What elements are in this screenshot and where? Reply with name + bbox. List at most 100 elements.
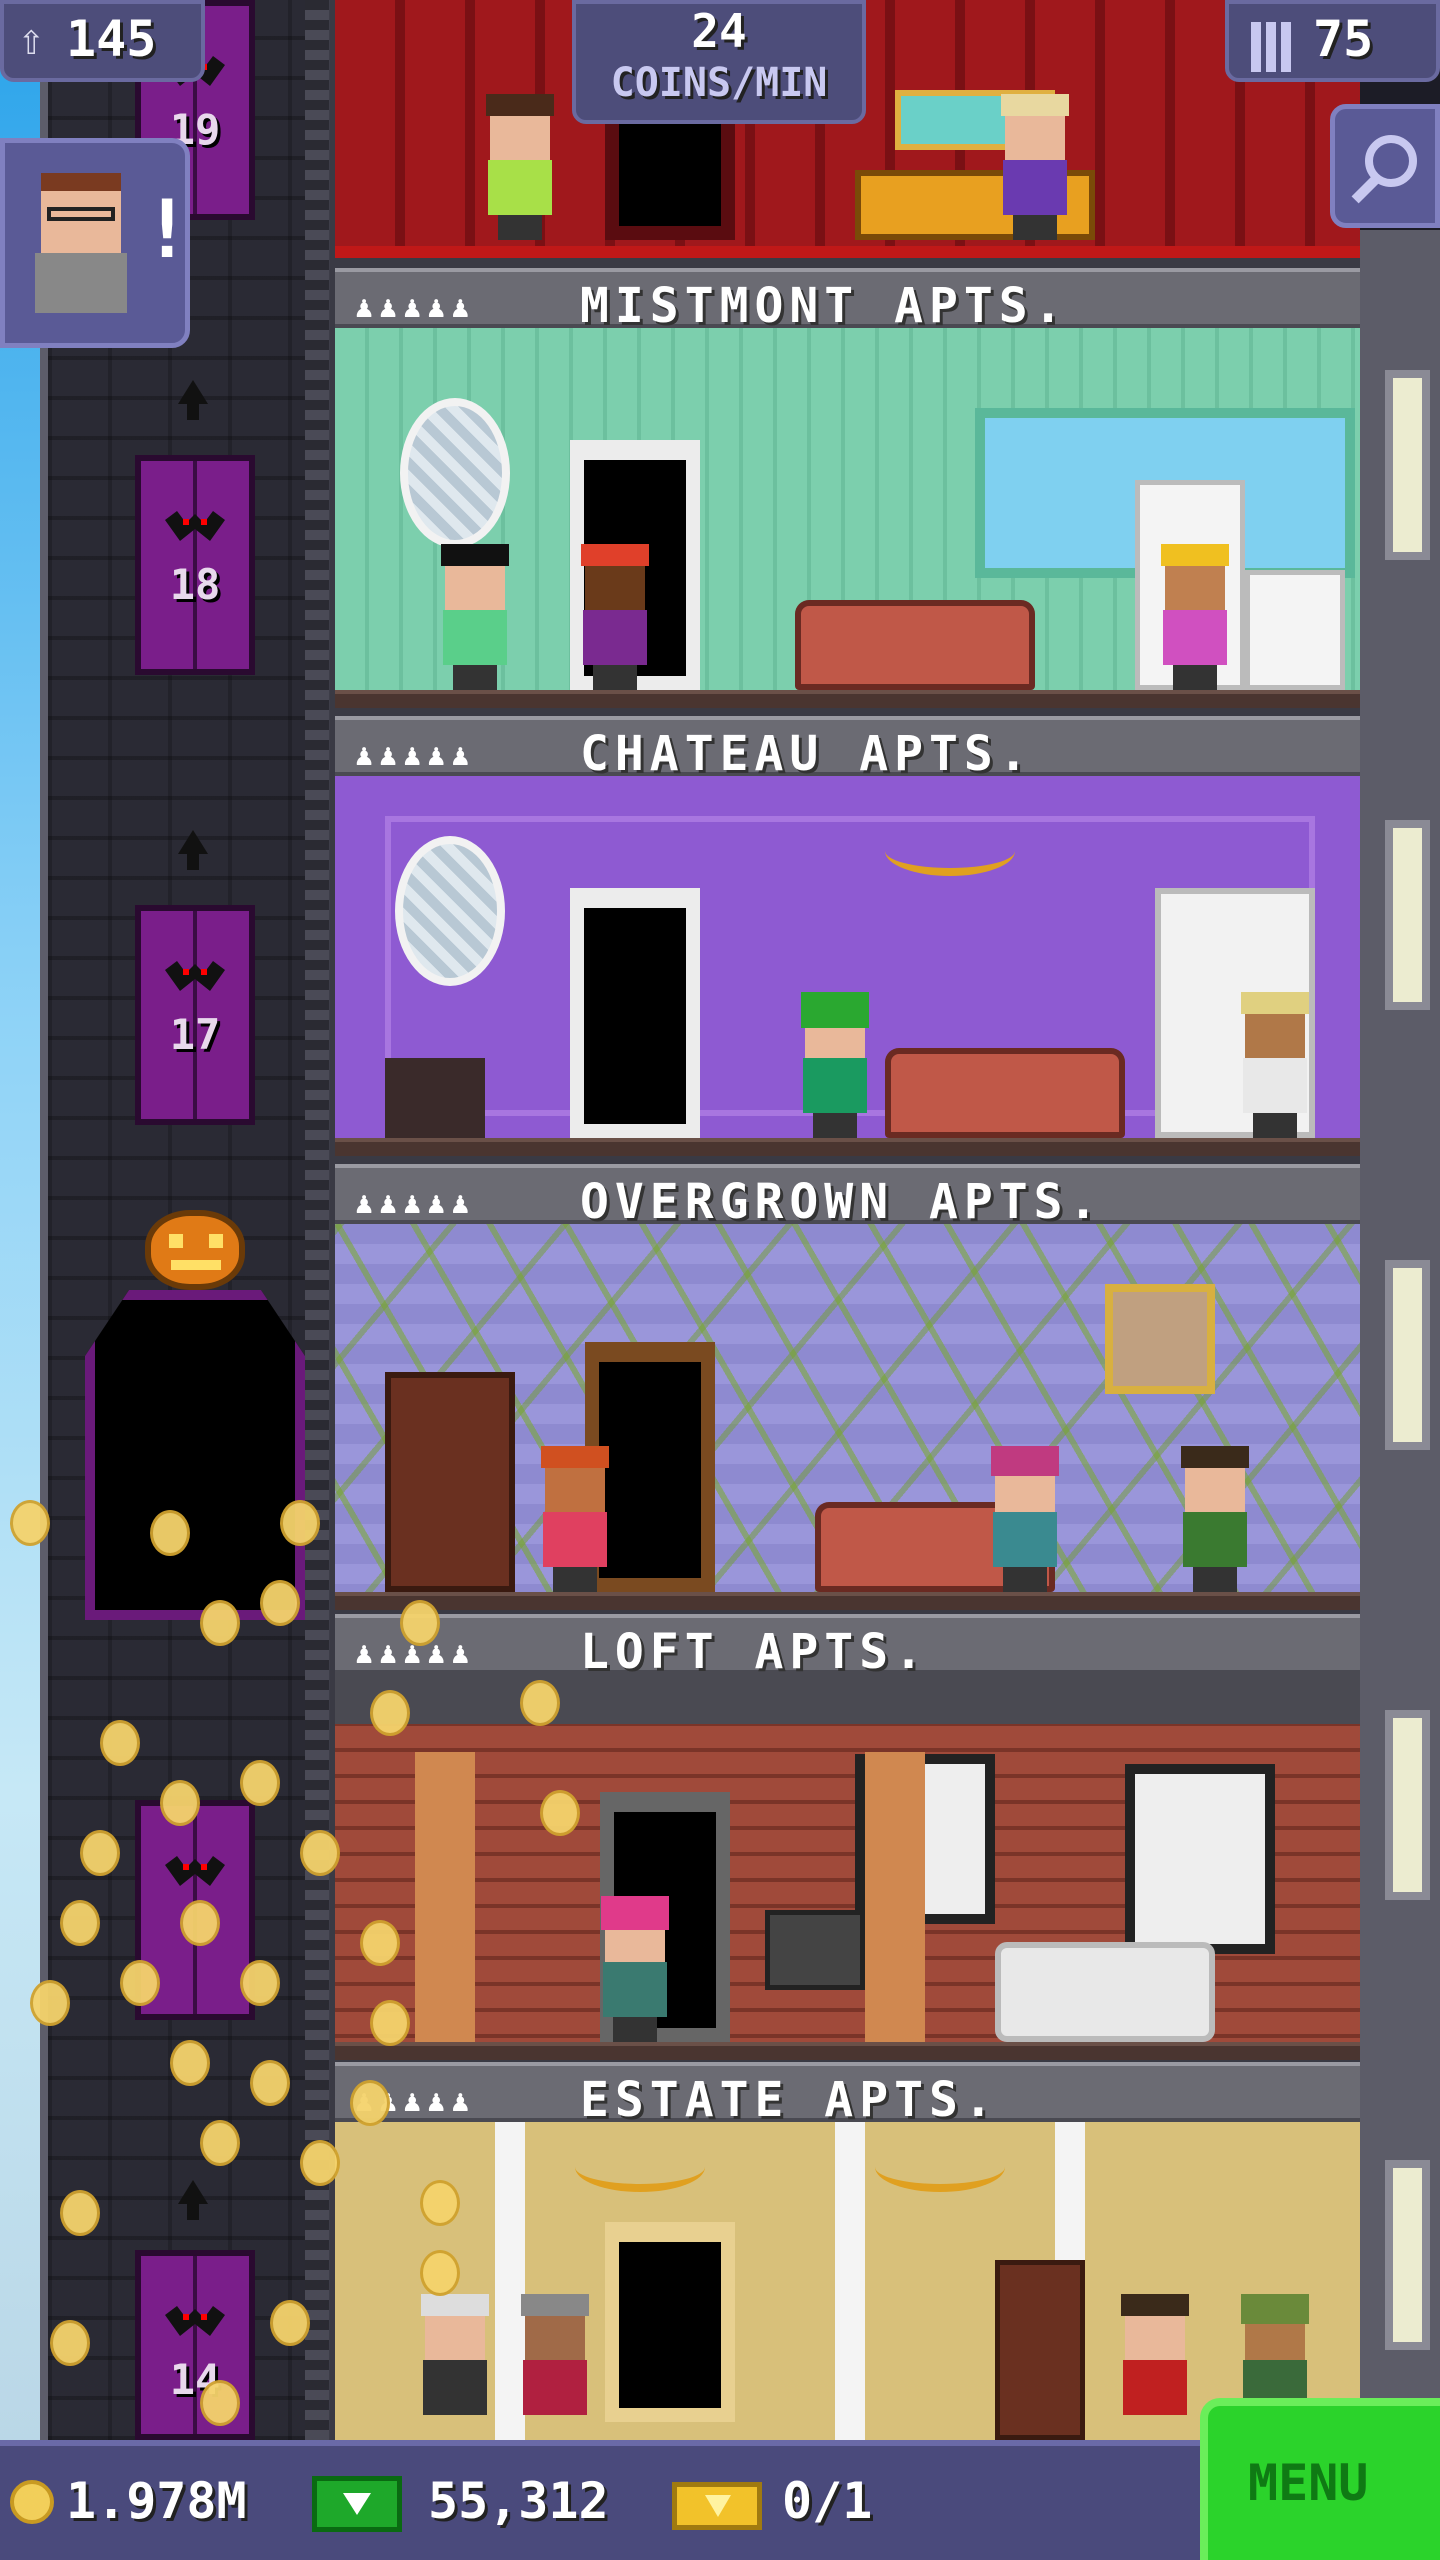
bookshelf [385, 1372, 515, 1592]
jack-o-lantern-icon [145, 1210, 245, 1290]
falling-coin-icon [170, 2040, 210, 2086]
falling-coin-icon [30, 1980, 70, 2026]
falling-coin-icon [60, 2190, 100, 2236]
bookshelf [995, 2260, 1085, 2440]
floor-loft[interactable] [335, 1674, 1360, 2060]
picture-frame [1105, 1284, 1215, 1394]
side-window [1385, 370, 1430, 560]
falling-coin-icon [420, 2180, 460, 2226]
falling-coin-icon [250, 2060, 290, 2106]
oval-mirror [400, 398, 510, 548]
side-window [1385, 1710, 1430, 1900]
floor-name: LOFT APTS. [580, 1624, 929, 1680]
resident[interactable] [1115, 2294, 1195, 2440]
falling-coin-icon [350, 2080, 390, 2126]
resident[interactable] [995, 94, 1075, 240]
bat-icon [165, 2306, 225, 2336]
floor-label-mistmont[interactable]: ♟♟♟♟♟ MISTMONT APTS. [335, 268, 1360, 334]
falling-coin-icon [200, 2380, 240, 2426]
coins-value: 1.978M [66, 2472, 247, 2530]
falling-coin-icon [180, 1900, 220, 1946]
floor-label-estate[interactable]: ♟♟♟♟♟ ESTATE APTS. [335, 2062, 1360, 2128]
bat-icon [165, 1856, 225, 1886]
falling-coin-icon [200, 1600, 240, 1646]
building-icon [1251, 22, 1291, 72]
chandelier [575, 2142, 705, 2192]
coffin-elevator[interactable] [85, 1290, 305, 1620]
bat-icon [165, 961, 225, 991]
coins-per-min-unit: COINS/MIN [610, 60, 828, 106]
coins-per-min-panel[interactable]: 24 COINS/MIN [572, 0, 866, 124]
floor-label-chateau[interactable]: ♟♟♟♟♟ CHATEAU APTS. [335, 716, 1360, 782]
bux-bill-icon [312, 2476, 402, 2532]
apartment-door [605, 2222, 735, 2422]
curtain [865, 1752, 925, 2042]
falling-coin-icon [160, 1780, 200, 1826]
falling-coin-icon [280, 1500, 320, 1546]
search-button[interactable] [1330, 104, 1440, 228]
floor-label-loft[interactable]: ♟♟♟♟♟ LOFT APTS. [335, 1614, 1360, 1680]
population-value: 145 [66, 10, 157, 68]
floor-name: MISTMONT APTS. [580, 278, 1069, 334]
resident[interactable] [515, 2294, 595, 2440]
resident[interactable] [575, 544, 655, 690]
side-window [1385, 1260, 1430, 1450]
tv [765, 1910, 865, 1990]
resident[interactable] [480, 94, 560, 240]
floor-estate[interactable] [335, 2122, 1360, 2440]
falling-coin-icon [50, 2320, 90, 2366]
falling-coin-icon [360, 1920, 400, 1966]
bux-value: 55,312 [428, 2472, 609, 2530]
floor-counter[interactable]: 75 [1225, 0, 1440, 82]
sofa [795, 600, 1035, 690]
side-window [1385, 820, 1430, 1010]
falling-coin-icon [10, 1500, 50, 1546]
elevator-door-17[interactable]: 17 [135, 905, 255, 1125]
resident[interactable] [1175, 1446, 1255, 1592]
falling-coin-icon [150, 1510, 190, 1556]
floor-mistmont[interactable] [335, 328, 1360, 708]
elevator-floor-number: 17 [169, 1010, 221, 1059]
stove [1245, 570, 1345, 690]
capacity-icons: ♟♟♟♟♟ [355, 290, 476, 325]
floor-name: CHATEAU APTS. [580, 726, 1034, 782]
resident[interactable] [1155, 544, 1235, 690]
falling-coin-icon [240, 1760, 280, 1806]
resident[interactable] [795, 992, 875, 1138]
resident[interactable] [1235, 992, 1315, 1138]
floor-chateau[interactable] [335, 776, 1360, 1156]
sofa [885, 1048, 1125, 1138]
falling-coin-icon [540, 1790, 580, 1836]
falling-coin-icon [520, 1680, 560, 1726]
elevator-door-18[interactable]: 18 [135, 455, 255, 675]
falling-coin-icon [240, 1960, 280, 2006]
resident[interactable] [535, 1446, 615, 1592]
apartment-door [570, 888, 700, 1138]
falling-coin-icon [100, 1720, 140, 1766]
oval-mirror [395, 836, 505, 986]
resident[interactable] [595, 1896, 675, 2042]
person-up-icon: ⇧ [18, 14, 45, 65]
falling-coin-icon [300, 1830, 340, 1876]
resident[interactable] [985, 1446, 1065, 1592]
telephone-table [385, 1058, 485, 1138]
population-counter[interactable]: ⇧ 145 [0, 0, 205, 82]
notification-card[interactable]: ! [0, 138, 191, 348]
capacity-icons: ♟♟♟♟♟ [355, 738, 476, 773]
floor-label-overgrown[interactable]: ♟♟♟♟♟ OVERGROWN APTS. [335, 1164, 1360, 1230]
curtain [415, 1752, 475, 2042]
menu-button[interactable]: MENU [1200, 2398, 1440, 2560]
elevator-rail [305, 0, 329, 2440]
resident[interactable] [415, 2294, 495, 2440]
resident[interactable] [435, 544, 515, 690]
elevator-floor-number: 18 [169, 560, 221, 609]
floor-name: OVERGROWN APTS. [580, 1174, 1104, 1230]
floor-overgrown[interactable] [335, 1224, 1360, 1610]
falling-coin-icon [400, 1600, 440, 1646]
falling-coin-icon [370, 2000, 410, 2046]
bat-icon [165, 511, 225, 541]
white-sofa [995, 1942, 1215, 2042]
falling-coin-icon [200, 2120, 240, 2166]
tickets-value: 0/1 [782, 2472, 873, 2530]
falling-coin-icon [420, 2250, 460, 2296]
